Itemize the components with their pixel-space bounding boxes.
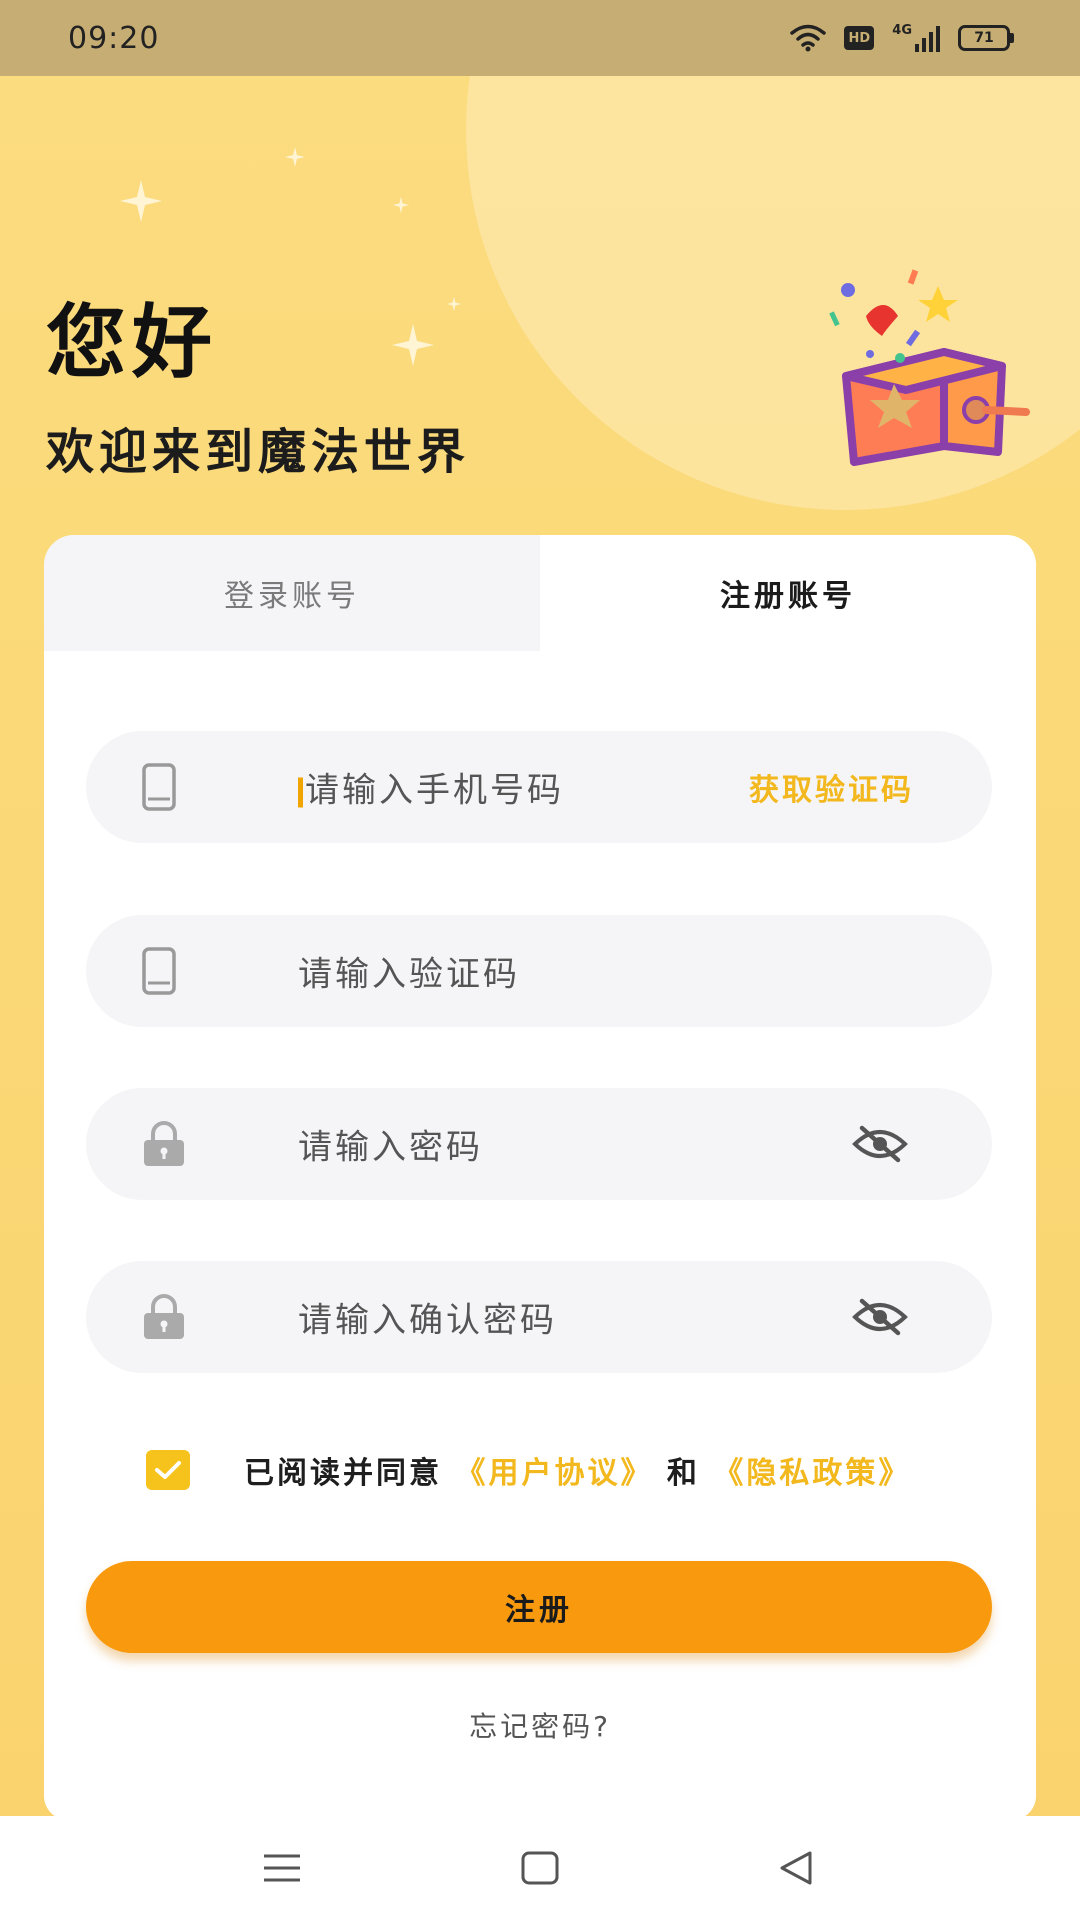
confirm-password-input[interactable]: 请输入确认密码 [298, 1293, 557, 1342]
register-button[interactable]: 注册 [86, 1561, 992, 1653]
agreement-prefix: 已阅读并同意 [244, 1456, 442, 1491]
wifi-icon [790, 24, 827, 52]
eye-off-icon[interactable] [852, 1297, 908, 1337]
user-agreement-link[interactable]: 《用户协议》 [455, 1456, 653, 1491]
phone-field[interactable]: 请输入手机号码 获取验证码 [86, 731, 992, 843]
verification-code-field[interactable]: 请输入验证码 [86, 915, 992, 1027]
lock-icon [144, 1294, 184, 1339]
register-card: 登录账号 注册账号 请输入手机号码 获取验证码 请输入验证码 请输入密码 请输入… [44, 535, 1036, 1820]
hd-label: HD [848, 30, 871, 46]
sparkle-icon [446, 296, 462, 312]
back-icon[interactable] [778, 1850, 814, 1886]
text-caret [298, 777, 303, 807]
get-verification-code-button[interactable]: 获取验证码 [749, 765, 914, 809]
hd-icon: HD [844, 26, 875, 50]
agreement-checkbox[interactable] [146, 1450, 190, 1490]
check-icon [155, 1461, 181, 1479]
auth-tabs: 登录账号 注册账号 [44, 535, 1036, 651]
forgot-password-link[interactable]: 忘记密码? [44, 1705, 1036, 1745]
magic-box-illustration [829, 269, 1030, 466]
status-icons: HD 4G 71 [790, 24, 1014, 52]
battery-icon: 71 [958, 25, 1014, 51]
privacy-policy-link[interactable]: 《隐私政策》 [713, 1456, 911, 1491]
greeting-title: 您好 [46, 296, 218, 389]
sparkle-icon [392, 324, 434, 366]
agreement-text: 已阅读并同意 《用户协议》 和 《隐私政策》 [244, 1448, 911, 1492]
status-time: 09:20 [68, 20, 160, 56]
tab-login[interactable]: 登录账号 [44, 535, 540, 651]
sparkle-icon [284, 146, 306, 168]
sparkle-icon [120, 180, 162, 222]
system-nav-bar [0, 1816, 1080, 1920]
agreement-conjunction: 和 [666, 1456, 700, 1491]
phone-input[interactable]: 请输入手机号码 [298, 763, 564, 812]
phone-icon [142, 947, 176, 995]
battery-level: 71 [974, 30, 994, 46]
signal-icon: 4G [892, 24, 940, 52]
eye-off-icon[interactable] [852, 1124, 908, 1164]
password-field[interactable]: 请输入密码 [86, 1088, 992, 1200]
password-input[interactable]: 请输入密码 [298, 1120, 483, 1169]
confirm-password-field[interactable]: 请输入确认密码 [86, 1261, 992, 1373]
verification-code-input[interactable]: 请输入验证码 [298, 947, 520, 996]
agreement-row: 已阅读并同意 《用户协议》 和 《隐私政策》 [146, 1448, 911, 1492]
menu-icon[interactable] [262, 1853, 302, 1883]
network-label: 4G [892, 23, 912, 38]
status-bar: 09:20 HD 4G 71 [0, 0, 1080, 76]
tab-register[interactable]: 注册账号 [540, 535, 1036, 651]
welcome-subtitle: 欢迎来到魔法世界 [46, 424, 471, 480]
home-icon[interactable] [521, 1851, 559, 1885]
lock-icon [144, 1121, 184, 1166]
phone-placeholder: 请输入手机号码 [305, 770, 564, 811]
sparkle-icon [392, 196, 410, 214]
phone-icon [142, 763, 176, 811]
